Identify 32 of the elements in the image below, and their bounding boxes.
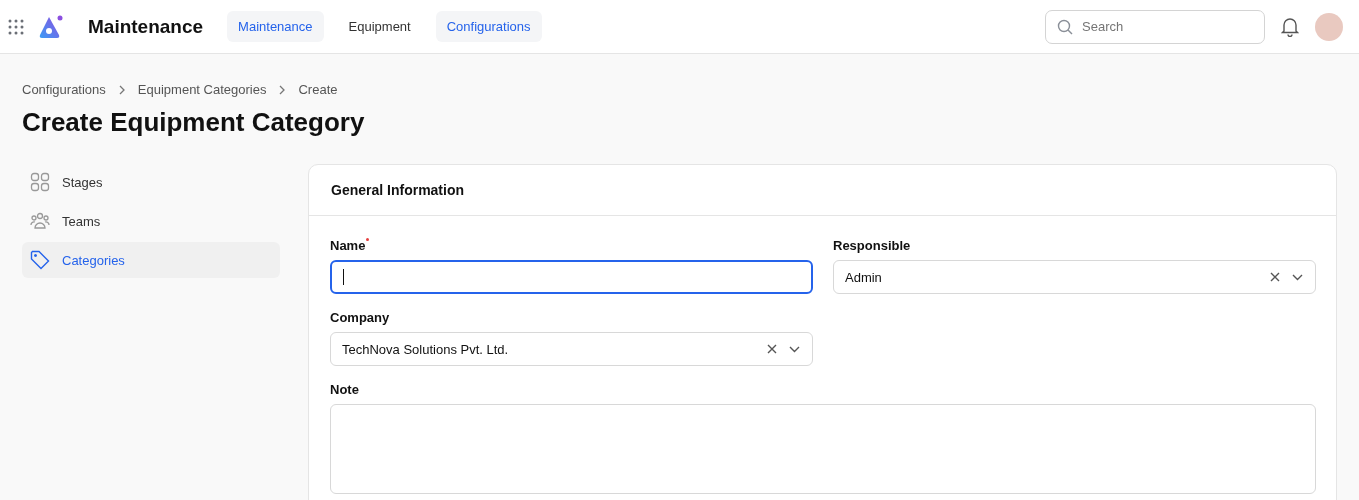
breadcrumb-link[interactable]: Equipment Categories (137, 82, 267, 97)
clear-icon[interactable] (1270, 272, 1280, 282)
sidebar-item[interactable]: Teams (22, 203, 280, 239)
nav-tab[interactable]: Maintenance (227, 11, 324, 42)
breadcrumb-link[interactable]: Configurations (22, 82, 106, 97)
clear-icon[interactable] (767, 344, 777, 354)
tag-icon (30, 250, 50, 270)
card-title: General Information (331, 182, 465, 198)
chevron-right-icon (278, 84, 287, 95)
field-label: Responsible (833, 238, 911, 253)
sidebar-item[interactable]: Categories (22, 242, 280, 278)
nav-tab[interactable]: Equipment (337, 11, 422, 42)
field-label: Name (330, 238, 366, 253)
chevron-right-icon (117, 84, 126, 95)
select-field[interactable]: Admin (833, 260, 1316, 294)
people-icon (30, 211, 50, 231)
nav-tab[interactable]: Configurations (435, 11, 542, 42)
apps-grid-icon[interactable] (8, 18, 24, 35)
app-title: Maintenance (88, 15, 204, 38)
chevron-down-icon[interactable] (789, 345, 800, 353)
logo-icon (38, 14, 64, 39)
search-field[interactable]: Search (1045, 9, 1265, 44)
sidebar-item[interactable]: Stages (22, 164, 280, 200)
field-label: Company (330, 310, 390, 325)
bell-icon[interactable] (1281, 16, 1299, 37)
name-input-field[interactable] (330, 260, 813, 294)
grid-icon (30, 172, 50, 192)
field-label: Note (330, 382, 359, 397)
page-title: Create Equipment Category (22, 107, 366, 138)
select-field[interactable]: TechNova Solutions Pvt. Ltd. (330, 332, 813, 366)
chevron-down-icon[interactable] (1292, 273, 1303, 281)
breadcrumb-link[interactable]: Create (298, 82, 338, 97)
